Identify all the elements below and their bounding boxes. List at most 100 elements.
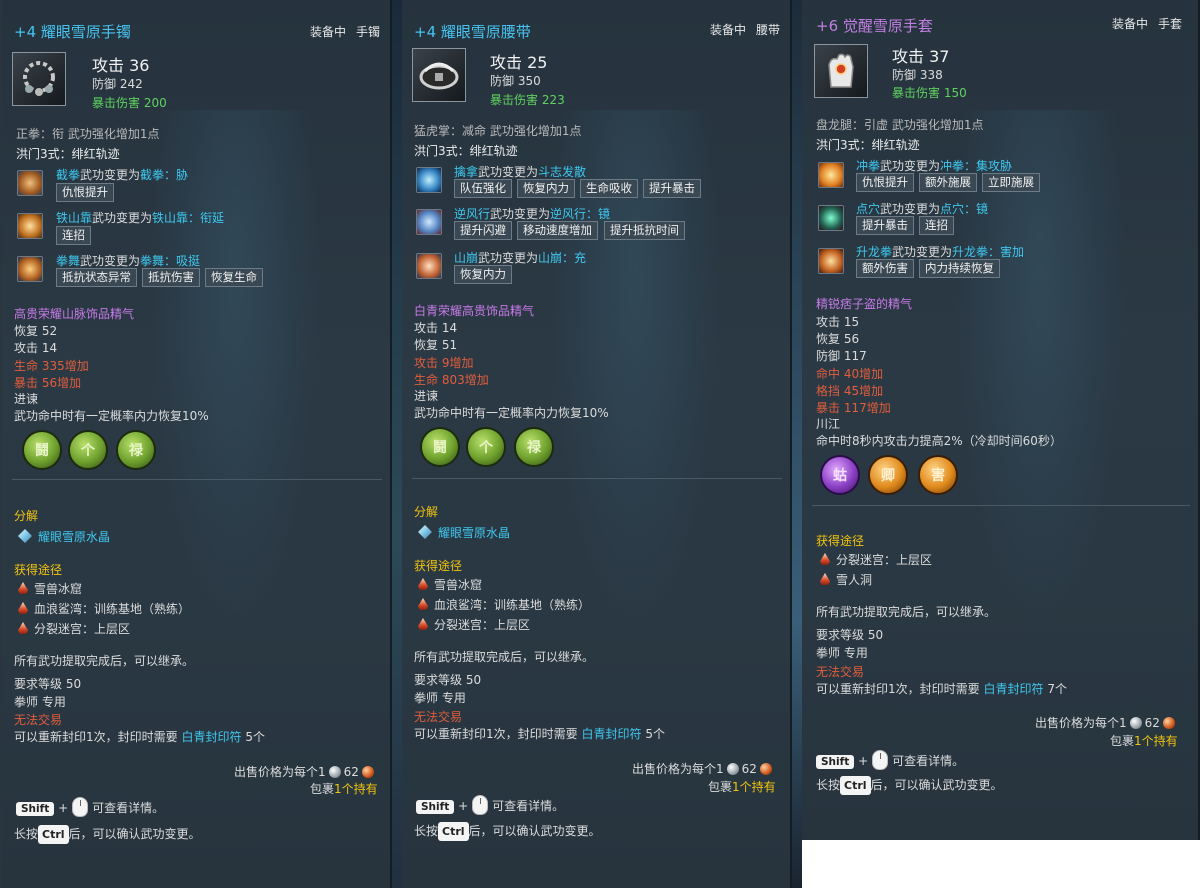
spirit-title: 精锐痞子盗的精气 [816,297,913,311]
gloves-item-icon[interactable] [814,44,868,98]
skill-tag[interactable]: 额外施展 [919,173,977,192]
skill-tag[interactable]: 提升暴击 [856,216,914,235]
class-only: 拳师 专用 [816,646,868,660]
detail-hint: 可查看详情。 [892,754,965,768]
skill-name: 升龙拳 [856,245,893,259]
skill-change-label: 武功变更为 [490,207,551,221]
source-item: 分裂迷宫：上层区 [820,551,932,568]
skill-tag[interactable]: 抵抗伤害 [142,268,200,287]
spirit-stat: 防御 117 [816,349,867,363]
bag-count-value: 1个持有 [732,780,776,794]
gem-slot[interactable]: 蛄 [820,455,860,495]
skill-tag[interactable]: 仇恨提升 [56,183,114,202]
reseal-prefix: 可以重新封印1次，封印时需要 [414,727,578,741]
copper-coin-icon [361,766,374,778]
spirit-title: 白青荣耀高贵饰品精气 [414,304,535,318]
shoulder-skill-icon [17,213,43,239]
combo-title: 洪门3式：绯红轨迹 [816,138,920,152]
skill-tag[interactable]: 立即施展 [982,173,1040,192]
ctrl-hint: 长按 Ctrl 后，可以确认武功变更。 [414,822,601,841]
decompose-item[interactable]: 耀眼雪原水晶 [18,528,110,545]
skill-tag[interactable]: 内力持续恢复 [919,259,1000,278]
skill-tag[interactable]: 队伍强化 [454,179,512,198]
reseal-count: 5个 [245,730,265,744]
skill-tag[interactable]: 连招 [919,216,954,235]
item-tooltip-gloves: +6 觉醒雪原手套 装备中 手套 攻击 37 防御 338 暴击伤害 150 盘龙… [802,0,1200,840]
gem-slot[interactable]: 禄 [116,430,156,470]
source-label: 血浪鲨湾：训练基地（熟练） [34,602,191,616]
no-trade: 无法交易 [816,665,865,679]
skill-tag[interactable]: 额外伤害 [856,259,914,278]
gem-slot[interactable]: 鬪 [420,427,460,467]
sell-price-copper: 62 [1144,716,1160,730]
skill-tag[interactable]: 提升闪避 [454,221,512,240]
defense-stat: 防御 338 [892,68,943,82]
skill-tag[interactable]: 提升抵抗时间 [604,221,685,240]
bracelet-item-icon[interactable] [12,52,66,106]
spirit-bonus: 生命 803增加 [414,373,489,387]
skill-name: 铁山靠 [56,211,93,225]
skill-change-line: 擒拿武功变更为斗志发散 [454,163,586,180]
sell-price: 出售价格为每个1 62 [1035,714,1178,731]
spirit-bonus: 暴击 56增加 [14,376,82,390]
skill-tag[interactable]: 连招 [56,226,91,245]
combo-title: 洪门3式：绯红轨迹 [414,144,518,158]
section-divider [812,505,1190,506]
school-enhance-line: 正拳：衔 武功强化增加1点 [16,127,160,141]
copper-coin-icon [759,763,772,775]
source-item: 血浪鲨湾：训练基地（熟练） [418,596,590,613]
skill-change-line: 铁山靠武功变更为铁山靠：衔延 [56,209,224,226]
source-label: 雪人洞 [836,573,873,587]
defense-stat: 防御 350 [490,74,541,88]
ctrl-hint-text: 后，可以确认武功变更。 [468,824,601,838]
skill-result: 升龙拳：害加 [952,245,1025,259]
attack-stat: 攻击 37 [892,47,950,66]
shift-key: Shift [816,755,855,769]
skill-name: 山崩 [454,251,479,265]
plus-sign: + [458,799,469,813]
skill-tag[interactable]: 生命吸收 [580,179,638,198]
reseal-line: 可以重新封印1次，封印时需要 白青封印符 5个 [14,728,265,745]
decompose-item[interactable]: 耀眼雪原水晶 [418,524,510,541]
reseal-prefix: 可以重新封印1次，封印时需要 [816,682,980,696]
no-trade: 无法交易 [14,713,63,727]
skill-tag[interactable]: 仇恨提升 [856,173,914,192]
skill-tag[interactable]: 恢复内力 [517,179,575,198]
belt-item-icon[interactable] [412,48,466,102]
location-marker-icon [418,598,428,610]
gem-slot[interactable]: 禄 [514,427,554,467]
spirit-effect-desc: 武功命中时有一定概率内力恢复10% [414,406,609,420]
section-divider [412,478,782,479]
spirit-bonus: 攻击 9增加 [414,356,474,370]
spirit-bonus: 生命 335增加 [14,359,89,373]
skill-change-label: 武功变更为 [478,251,539,265]
sell-price-label: 出售价格为每个1 [234,765,326,779]
gem-slot[interactable]: 个 [68,430,108,470]
skill-tag[interactable]: 提升暴击 [643,179,701,198]
rush-fist-skill-icon [818,162,844,188]
equip-status-label: 装备中 [1112,17,1149,31]
equip-slot-label: 手套 [1158,17,1183,31]
dance-skill-icon [17,256,43,282]
ctrl-hint: 长按 Ctrl 后，可以确认武功变更。 [14,825,201,844]
gem-slot[interactable]: 个 [466,427,506,467]
skill-tag[interactable]: 抵抗状态异常 [56,268,137,287]
gem-slot[interactable]: 害 [918,455,958,495]
no-trade: 无法交易 [414,710,463,724]
mouse-icon [72,797,89,817]
sell-price-label: 出售价格为每个1 [1035,716,1127,730]
wind-skill-icon [416,209,442,235]
skill-change-label: 武功变更为 [880,159,941,173]
school-enhance-line: 猛虎掌：减命 武功强化增加1点 [414,124,582,138]
skill-tag[interactable]: 移动速度增加 [517,221,598,240]
skill-tag[interactable]: 恢复生命 [205,268,263,287]
gem-slot[interactable]: 鬪 [22,430,62,470]
reseal-line: 可以重新封印1次，封印时需要 白青封印符 5个 [414,725,665,742]
skill-change-line: 山崩武功变更为山崩：充 [454,249,586,266]
plus-sign: + [858,754,869,768]
skill-change-line: 冲拳武功变更为冲拳：集攻胁 [856,157,1012,174]
skill-result: 铁山靠：衔延 [152,211,225,225]
gem-slot[interactable]: 卿 [868,455,908,495]
equip-status-label: 装备中 [710,23,747,37]
skill-tag[interactable]: 恢复内力 [454,265,512,284]
